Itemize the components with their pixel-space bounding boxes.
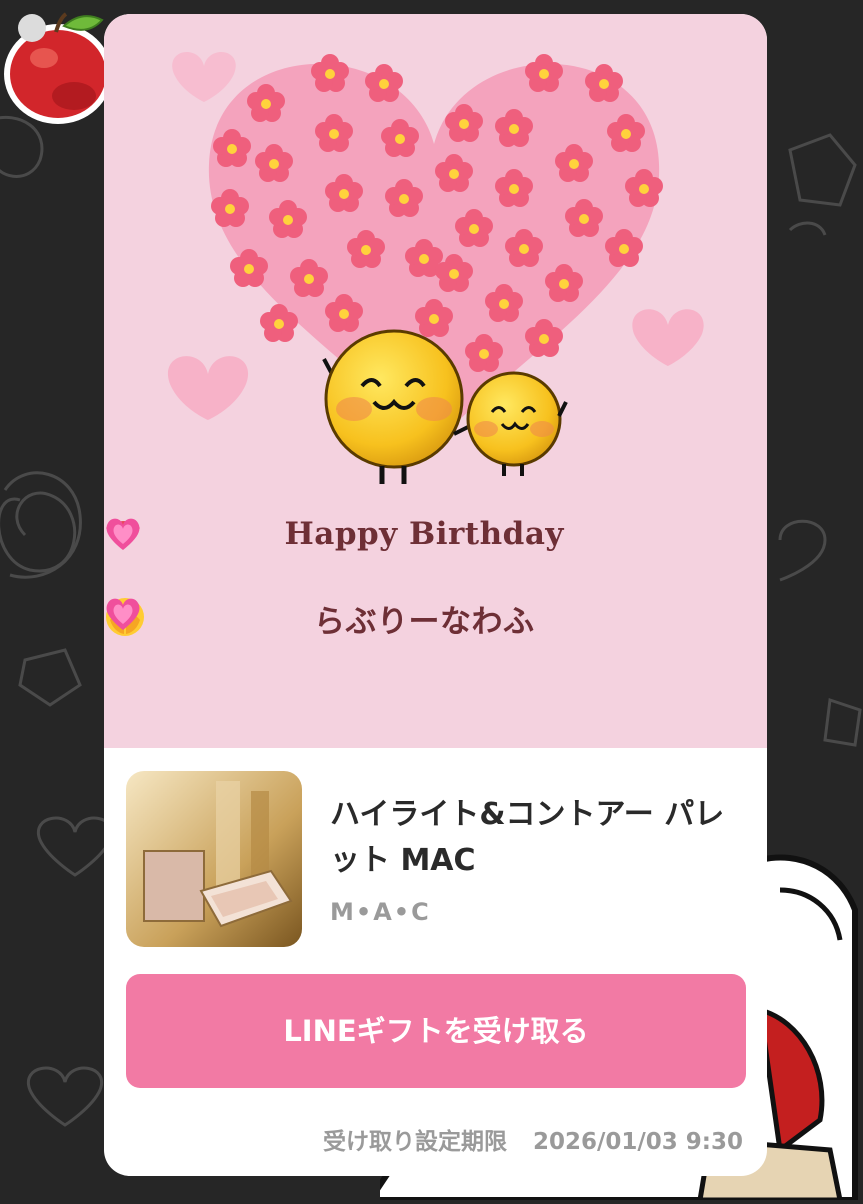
receive-deadline: 受け取り設定期限 2026/01/03 9:30 — [323, 1122, 743, 1156]
deadline-label: 受け取り設定期限 — [322, 1129, 507, 1155]
brand-name: M•A•C — [330, 898, 431, 926]
apple-sticker-icon — [2, 6, 114, 126]
deadline-value: 2026/01/03 9:30 — [532, 1129, 743, 1155]
product-name[interactable]: ハイライト&コントアー パレット MAC — [330, 792, 740, 884]
message-card-image: Happy Birthday らぶりーなわふ — [104, 14, 767, 748]
message-line-1: Happy Birthday — [104, 516, 767, 552]
receive-gift-button[interactable]: LINEギフトを受け取る — [126, 974, 746, 1088]
gift-card[interactable]: Happy Birthday らぶりーなわふ ハイライト&コントアー パレット … — [104, 14, 767, 1176]
message-line-2: らぶりーなわふ — [104, 596, 767, 641]
product-image[interactable] — [126, 771, 302, 947]
